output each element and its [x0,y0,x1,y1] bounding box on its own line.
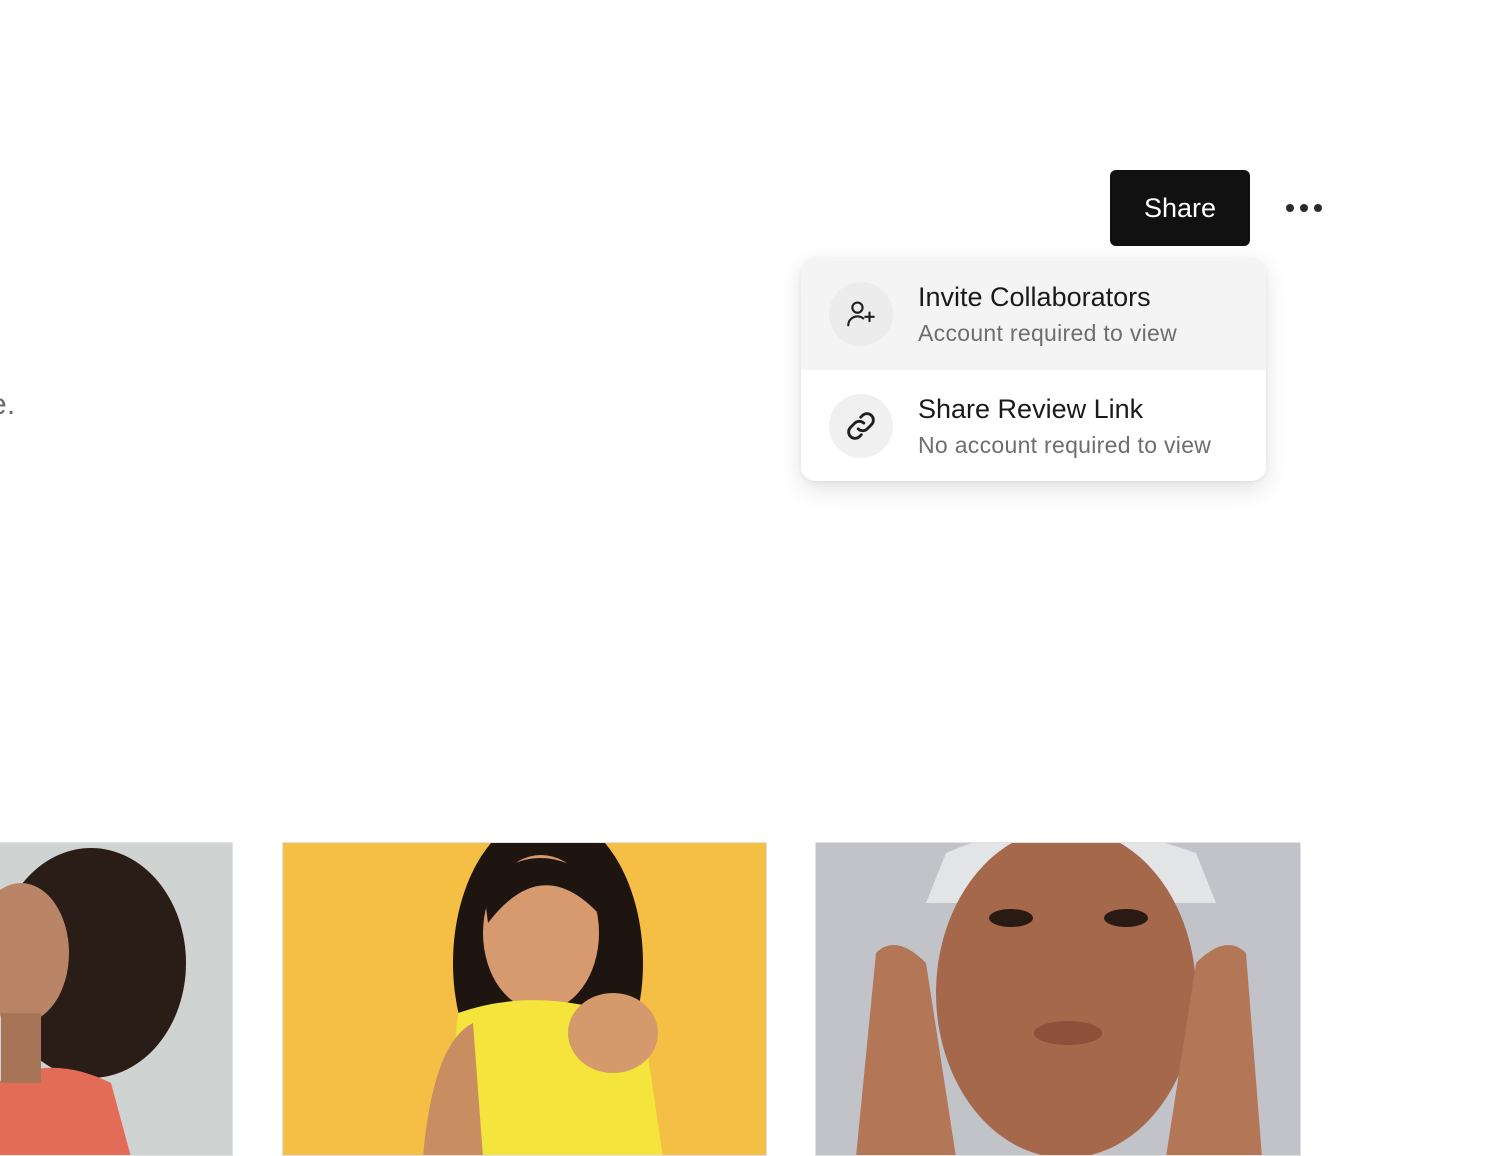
menu-item-title: Invite Collaborators [918,282,1151,312]
menu-item-invite-collaborators[interactable]: Invite Collaborators Account required to… [801,258,1266,370]
page: iend role. Share Invite Collaborators Ac… [0,0,1492,1156]
share-button[interactable]: Share [1110,170,1250,246]
page-description: iend role. [0,388,16,421]
photo-woman-yellow-top[interactable] [282,842,767,1156]
menu-item-subtitle: No account required to view [918,432,1212,458]
menu-item-subtitle: Account required to view [918,320,1178,346]
more-horizontal-icon [1300,204,1308,212]
photo-woman-skincare[interactable] [815,842,1301,1156]
user-plus-icon [829,282,893,346]
link-icon [829,394,893,458]
more-horizontal-icon [1286,204,1294,212]
menu-item-share-review-link[interactable]: Share Review Link No account required to… [801,370,1266,481]
share-dropdown-menu: Invite Collaborators Account required to… [801,258,1266,481]
photo-woman-curly-hair[interactable] [0,842,233,1156]
menu-item-title: Share Review Link [918,394,1144,424]
more-horizontal-icon [1314,204,1322,212]
more-options-button[interactable] [1280,192,1328,224]
